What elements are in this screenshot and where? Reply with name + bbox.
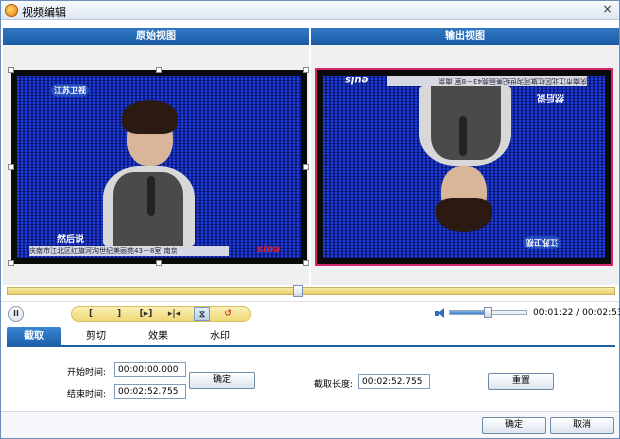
volume-fill	[450, 311, 488, 314]
cancel-button[interactable]: 取消	[550, 417, 614, 434]
reset-button[interactable]: 重置	[488, 373, 554, 390]
window-title: 视频编辑	[22, 6, 66, 19]
timeline-slider-knob[interactable]	[293, 285, 303, 297]
trim-length-label: 截取长度:	[314, 380, 354, 390]
mark-out-button[interactable]: ]	[111, 307, 127, 321]
title-bar[interactable]: 视频编辑 ×	[1, 1, 619, 20]
original-view-header: 原始视图	[3, 28, 309, 45]
original-video-frame[interactable]: 江苏卫视 然后说 庆南市江北区红旗河沟世纪美丽苑43－8室 南京 sina	[11, 70, 307, 264]
crop-handle-top[interactable]	[156, 67, 162, 73]
crop-handle-top-left[interactable]	[8, 67, 14, 73]
tab-effects[interactable]: 效果	[131, 327, 185, 346]
start-time-input[interactable]	[114, 362, 186, 377]
flipped-top-logo: euls	[345, 74, 369, 85]
go-to-start-end-button[interactable]: ▸|◂	[163, 307, 185, 321]
crop-handle-bottom-right[interactable]	[303, 260, 309, 266]
flipped-station-logo: 江苏卫视	[523, 236, 561, 249]
station-logo: 江苏卫视	[51, 84, 89, 97]
timeline-track[interactable]	[7, 287, 615, 295]
news-ticker: 庆南市江北区红旗河沟世纪美丽苑43－8室 南京	[29, 246, 229, 256]
tab-watermark[interactable]: 水印	[193, 327, 247, 346]
play-selection-button[interactable]: [▸]	[135, 307, 157, 321]
singer-figure-flipped	[419, 84, 511, 236]
crop-handle-bottom-left[interactable]	[8, 260, 14, 266]
output-view-header: 输出视图	[311, 28, 619, 45]
speaker-icon[interactable]	[435, 308, 445, 319]
video-edit-window: 视频编辑 × 原始视图 输出视图 江苏卫视 然后说 庆南市江北区红旗河沟世纪美丽…	[0, 0, 620, 439]
edit-tabs: 截取 剪切 效果 水印	[7, 327, 615, 347]
crop-handle-top-right[interactable]	[303, 67, 309, 73]
loop-icon[interactable]: ↺	[220, 307, 236, 321]
singer-figure	[103, 96, 195, 248]
trim-length-input[interactable]	[358, 374, 430, 389]
mark-in-button[interactable]: [	[83, 307, 99, 321]
ok-button[interactable]: 确定	[482, 417, 546, 434]
start-time-label: 开始时间:	[67, 368, 107, 378]
flipped-news-ticker: 庆南市江北区红旗河沟世纪美丽苑43－8室 南京	[387, 76, 587, 86]
crop-handle-left[interactable]	[8, 164, 14, 170]
flipped-subtitle-caption: 然后说	[537, 92, 565, 102]
app-logo-icon	[5, 4, 18, 17]
end-time-input[interactable]	[114, 384, 186, 399]
hourglass-icon[interactable]: ⧖	[194, 307, 210, 321]
sina-watermark: sina	[257, 244, 281, 255]
subtitle-caption: 然后说	[57, 235, 85, 245]
volume-slider-knob[interactable]	[484, 307, 492, 318]
end-time-label: 结束时间:	[67, 390, 107, 400]
tab-cut[interactable]: 剪切	[69, 327, 123, 346]
pause-button[interactable]: II	[8, 306, 24, 322]
close-button[interactable]: ×	[600, 3, 615, 17]
time-readout: 00:01:22 / 00:02:53	[533, 308, 620, 318]
confirm-time-button[interactable]: 确定	[189, 372, 255, 389]
crop-handle-bottom[interactable]	[156, 260, 162, 266]
crop-handle-right[interactable]	[303, 164, 309, 170]
tab-trim[interactable]: 截取	[7, 327, 61, 346]
output-video-frame: euls 庆南市江北区红旗河沟世纪美丽苑43－8室 南京 然后说 江苏卫视	[315, 68, 613, 266]
